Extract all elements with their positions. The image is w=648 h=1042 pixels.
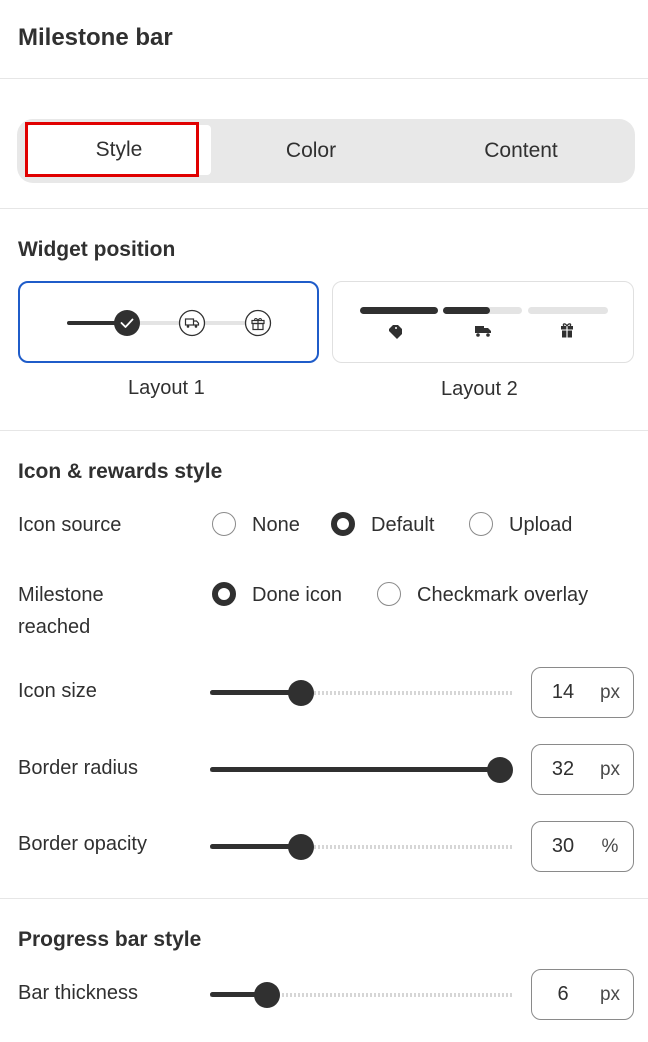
bar-thickness-slider[interactable] bbox=[210, 982, 512, 1008]
icon-source-label: Icon source bbox=[18, 514, 122, 536]
bar-thickness-input[interactable]: 6 px bbox=[531, 969, 634, 1020]
border-radius-value: 32 bbox=[551, 758, 575, 780]
section-title-icon-rewards: Icon & rewards style bbox=[18, 460, 223, 483]
tab-content[interactable]: Content bbox=[421, 119, 621, 183]
tab-style[interactable]: Style bbox=[27, 125, 211, 175]
page-title: Milestone bar bbox=[18, 24, 173, 51]
border-radius-unit: px bbox=[599, 759, 621, 780]
slider-thumb[interactable] bbox=[288, 680, 314, 706]
radio-icon-source-default[interactable] bbox=[331, 512, 355, 536]
layout-1-card[interactable] bbox=[18, 281, 319, 363]
radio-checkmark-overlay[interactable] bbox=[377, 582, 401, 606]
icon-size-input[interactable]: 14 px bbox=[531, 667, 634, 718]
border-opacity-unit: % bbox=[601, 836, 619, 857]
radio-label-upload: Upload bbox=[509, 514, 573, 536]
milestone-reached-label-line2: reached bbox=[18, 616, 91, 638]
border-opacity-input[interactable]: 30 % bbox=[531, 821, 634, 872]
border-opacity-label: Border opacity bbox=[18, 833, 147, 855]
milestone-reached-label-line1: Milestone bbox=[18, 584, 104, 606]
layout-2-card[interactable] bbox=[332, 281, 634, 363]
radio-label-none: None bbox=[252, 514, 300, 536]
radio-label-checkmark-overlay: Checkmark overlay bbox=[417, 584, 589, 606]
tab-color[interactable]: Color bbox=[211, 119, 411, 183]
radio-done-icon[interactable] bbox=[212, 582, 236, 606]
layout-1-label: Layout 1 bbox=[128, 377, 205, 399]
slider-thumb[interactable] bbox=[487, 757, 513, 783]
section-title-widget-position: Widget position bbox=[18, 238, 176, 261]
radio-icon-source-upload[interactable] bbox=[469, 512, 493, 536]
border-radius-slider[interactable] bbox=[210, 757, 513, 783]
radio-label-done-icon: Done icon bbox=[252, 584, 343, 606]
divider bbox=[0, 208, 648, 209]
slider-thumb[interactable] bbox=[288, 834, 314, 860]
divider bbox=[0, 898, 648, 899]
border-radius-input[interactable]: 32 px bbox=[531, 744, 634, 795]
layout-2-label: Layout 2 bbox=[441, 378, 518, 400]
layout-2-preview bbox=[360, 307, 608, 339]
section-title-progress-bar: Progress bar style bbox=[18, 928, 202, 951]
radio-label-default: Default bbox=[371, 514, 435, 536]
layout-1-preview bbox=[67, 309, 272, 337]
bar-thickness-unit: px bbox=[599, 984, 621, 1005]
border-opacity-value: 30 bbox=[551, 835, 575, 857]
tab-bar: Style Color Content bbox=[17, 119, 635, 183]
bar-thickness-value: 6 bbox=[557, 983, 569, 1005]
divider bbox=[0, 430, 648, 431]
icon-size-value: 14 bbox=[551, 681, 575, 703]
icon-size-slider[interactable] bbox=[210, 680, 512, 706]
border-opacity-slider[interactable] bbox=[210, 834, 512, 860]
icon-size-unit: px bbox=[599, 682, 621, 703]
border-radius-label: Border radius bbox=[18, 757, 139, 779]
bar-thickness-label: Bar thickness bbox=[18, 982, 139, 1004]
icon-size-label: Icon size bbox=[18, 680, 97, 702]
slider-thumb[interactable] bbox=[254, 982, 280, 1008]
radio-icon-source-none[interactable] bbox=[212, 512, 236, 536]
